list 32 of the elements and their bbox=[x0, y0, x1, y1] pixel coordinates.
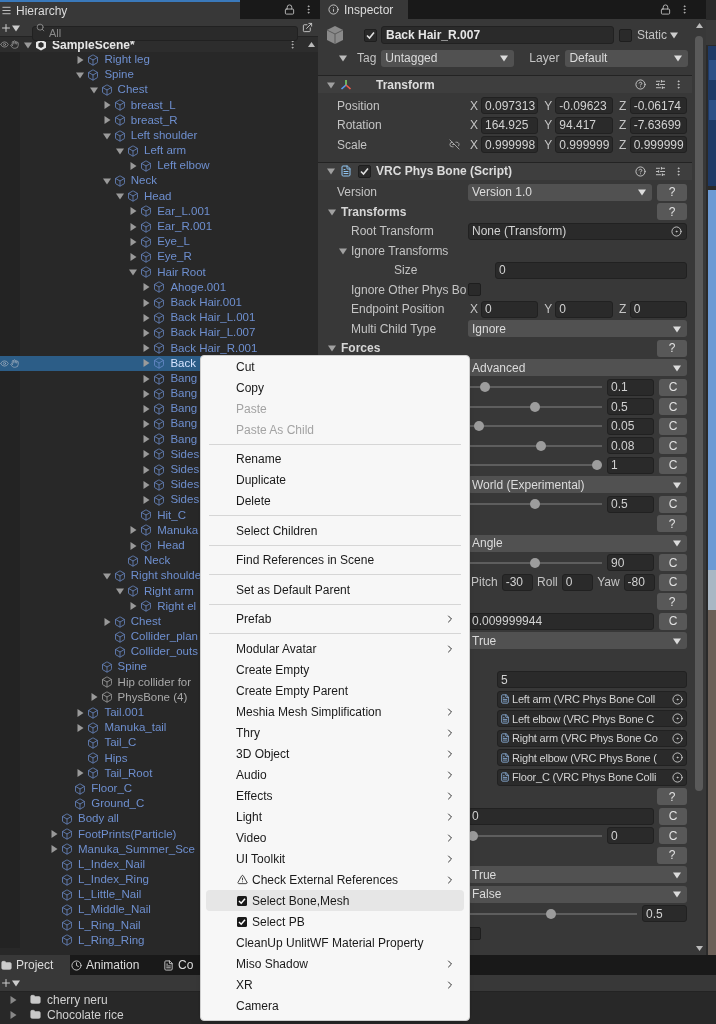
axis-label: Y bbox=[543, 136, 554, 154]
field-label: Version bbox=[337, 184, 378, 202]
axis-label: X bbox=[469, 97, 479, 115]
field-label: Ignore Other Phys Bo bbox=[351, 281, 467, 299]
field-label: Yaw bbox=[597, 574, 620, 592]
field-label: Roll bbox=[537, 574, 558, 592]
tag-label: Tag bbox=[357, 50, 377, 67]
field-label: Position bbox=[337, 97, 380, 115]
field-label: Ignore Transforms bbox=[351, 242, 449, 260]
axis-label: Z bbox=[618, 97, 628, 115]
axis-label: X bbox=[469, 136, 479, 154]
field-label: Multi Child Type bbox=[351, 320, 437, 338]
axis-label: Z bbox=[618, 117, 628, 135]
field-label: Pitch bbox=[471, 574, 498, 592]
axis-label: Z bbox=[618, 301, 628, 319]
axis-label: X bbox=[469, 117, 479, 135]
section-title: Transforms bbox=[341, 203, 407, 221]
field-label: Rotation bbox=[337, 117, 382, 135]
field-label: Size bbox=[394, 262, 418, 280]
section-title: Forces bbox=[341, 340, 381, 358]
component-title: Transform bbox=[376, 76, 435, 94]
axis-label: X bbox=[469, 301, 479, 319]
axis-label: Z bbox=[618, 136, 628, 154]
axis-label: Y bbox=[543, 97, 554, 115]
static-label: Static bbox=[637, 27, 667, 44]
axis-label: Y bbox=[543, 117, 554, 135]
layer-label: Layer bbox=[529, 50, 560, 67]
component-title: VRC Phys Bone (Script) bbox=[376, 163, 513, 180]
field-label: Endpoint Position bbox=[351, 301, 445, 319]
field-label: Root Transform bbox=[351, 223, 434, 241]
field-label: Scale bbox=[337, 136, 368, 154]
axis-label: Y bbox=[543, 301, 554, 319]
